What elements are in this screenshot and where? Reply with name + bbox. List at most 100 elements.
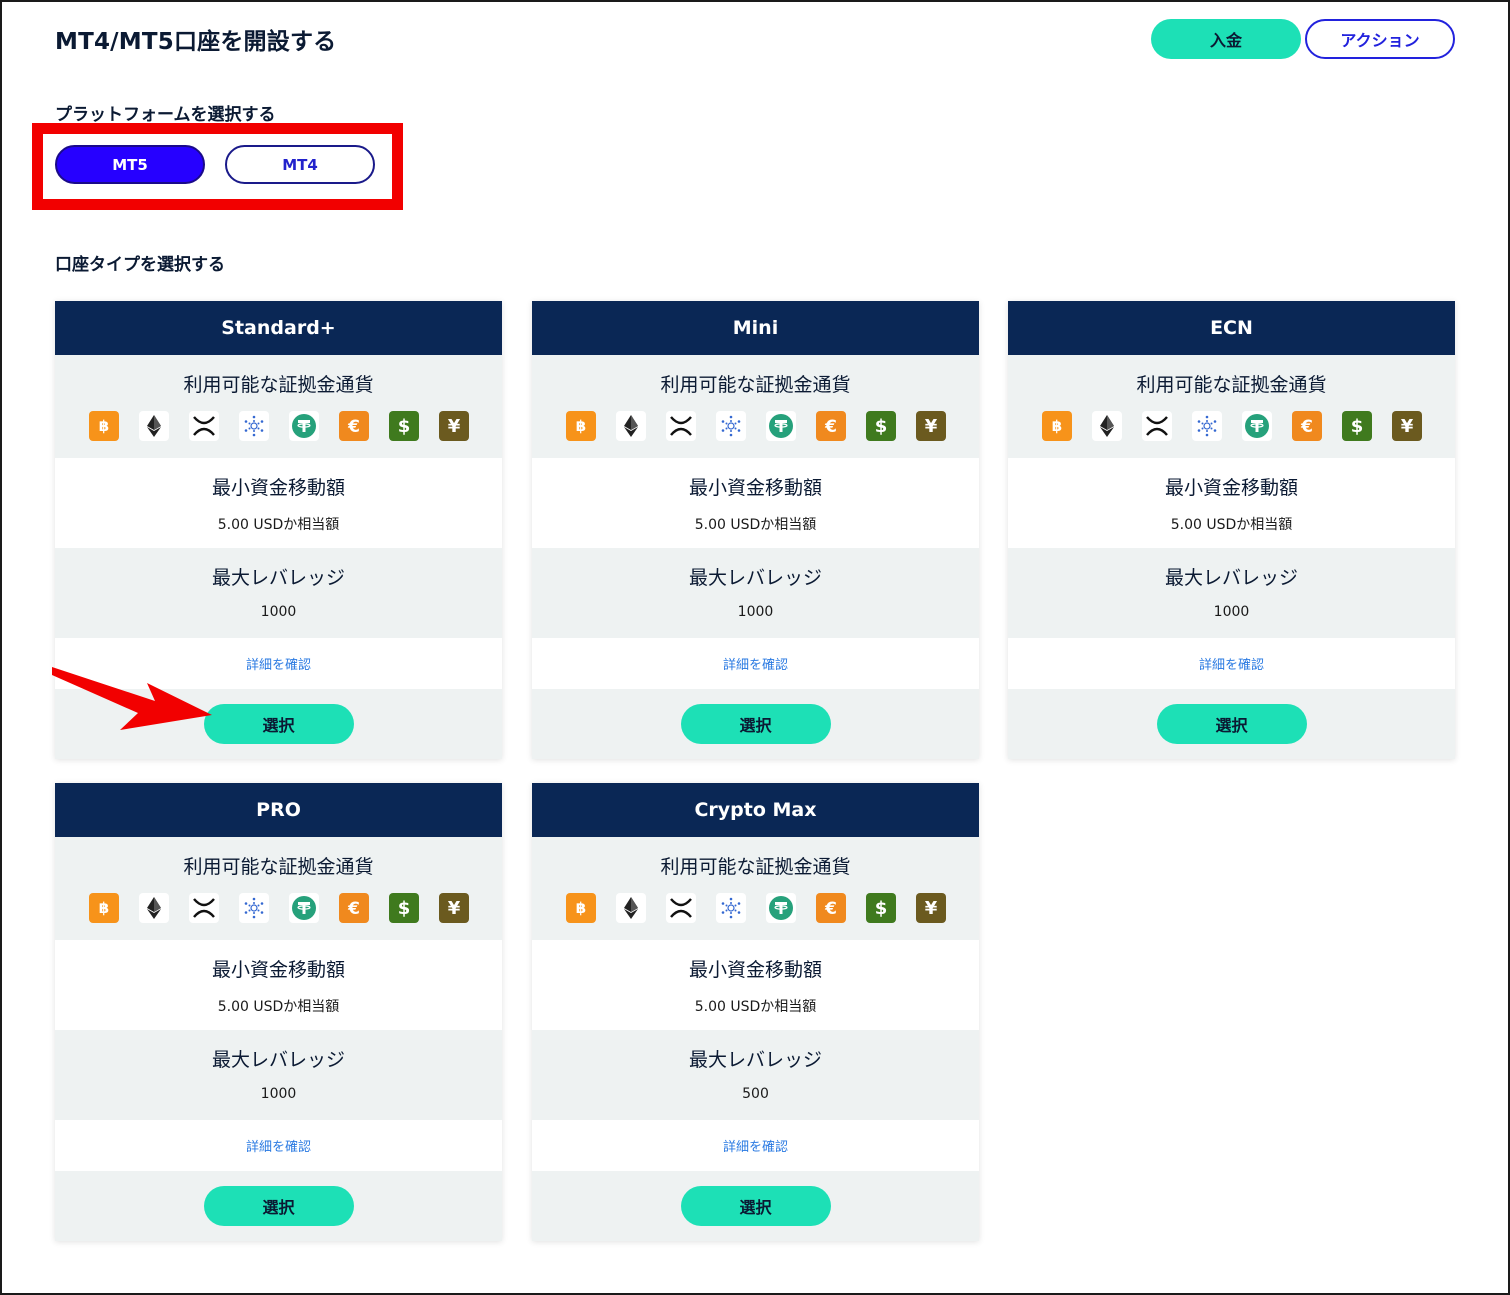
yen-icon: ¥ — [438, 893, 469, 923]
min-transfer-value: 5.00 USDか相当額 — [694, 999, 817, 1015]
tether-icon — [765, 411, 796, 441]
account-card-pro: PRO 利用可能な証拠金通貨 ฿ € $ ¥ 最小資金移動額 5.00 USDか… — [55, 783, 502, 1241]
min-transfer-title: 最小資金移動額 — [688, 477, 822, 499]
platform-mt5-button[interactable]: MT5 — [55, 145, 205, 184]
leverage-value: 1000 — [260, 1086, 297, 1102]
euro-icon: € — [1291, 411, 1322, 441]
account-card-ecn: ECN 利用可能な証拠金通貨 ฿ € $ ¥ 最小資金移動額 5.00 USDか… — [1008, 301, 1455, 759]
svg-text:$: $ — [874, 898, 887, 918]
currency-title: 利用可能な証拠金通貨 — [1136, 374, 1327, 396]
account-card-crypto-max: Crypto Max 利用可能な証拠金通貨 ฿ € $ ¥ 最小資金移動額 5.… — [532, 783, 979, 1241]
leverage-value: 1000 — [260, 604, 297, 620]
currency-title: 利用可能な証拠金通貨 — [183, 856, 374, 878]
svg-text:$: $ — [397, 898, 410, 918]
currency-section: 利用可能な証拠金通貨 ฿ € $ ¥ — [532, 837, 979, 940]
card-title: Standard+ — [55, 301, 502, 355]
select-button[interactable]: 選択 — [203, 1186, 354, 1226]
euro-icon: € — [338, 893, 369, 923]
card-title: ECN — [1008, 301, 1455, 355]
euro-icon: € — [338, 411, 369, 441]
currency-icons: ฿ € $ ¥ — [532, 893, 979, 923]
card-name: Standard+ — [221, 317, 336, 339]
currency-icons: ฿ € $ ¥ — [1008, 411, 1455, 441]
ethereum-icon — [138, 411, 169, 441]
deposit-button[interactable]: 入金 — [1151, 19, 1301, 59]
bitcoin-icon: ฿ — [1041, 411, 1072, 441]
bitcoin-icon: ฿ — [88, 411, 119, 441]
details-link[interactable]: 詳細を確認 — [723, 654, 788, 673]
details-section: 詳細を確認 — [1008, 638, 1455, 689]
tether-icon — [288, 893, 319, 923]
tether-icon — [288, 411, 319, 441]
details-link[interactable]: 詳細を確認 — [246, 1136, 311, 1155]
svg-text:¥: ¥ — [924, 898, 937, 918]
min-transfer-section: 最小資金移動額 5.00 USDか相当額 — [532, 458, 979, 548]
ethereum-icon — [615, 893, 646, 923]
platform-mt4-button[interactable]: MT4 — [225, 145, 375, 184]
card-title: Crypto Max — [532, 783, 979, 837]
select-button[interactable]: 選択 — [1156, 704, 1307, 744]
leverage-title: 最大レバレッジ — [211, 1049, 345, 1071]
svg-text:€: € — [347, 417, 360, 436]
currency-icons: ฿ € $ ¥ — [55, 893, 502, 923]
leverage-section: 最大レバレッジ 1000 — [532, 548, 979, 638]
details-section: 詳細を確認 — [532, 638, 979, 689]
bitcoin-icon: ฿ — [565, 893, 596, 923]
min-transfer-value: 5.00 USDか相当額 — [217, 999, 340, 1015]
min-transfer-value: 5.00 USDか相当額 — [694, 517, 817, 533]
details-link[interactable]: 詳細を確認 — [723, 1136, 788, 1155]
currency-icons: ฿ € $ ¥ — [532, 411, 979, 441]
leverage-title: 最大レバレッジ — [1164, 567, 1298, 589]
svg-text:¥: ¥ — [447, 898, 460, 918]
min-transfer-title: 最小資金移動額 — [1164, 477, 1298, 499]
leverage-section: 最大レバレッジ 1000 — [55, 1030, 502, 1120]
details-link[interactable]: 詳細を確認 — [1199, 654, 1264, 673]
select-section: 選択 — [532, 689, 979, 759]
xrp-icon — [1141, 411, 1172, 441]
select-section: 選択 — [55, 1171, 502, 1241]
min-transfer-value: 5.00 USDか相当額 — [217, 517, 340, 533]
page-title: MT4/MT5口座を開設する — [55, 29, 337, 55]
currency-title: 利用可能な証拠金通貨 — [183, 374, 374, 396]
cardano-icon — [238, 411, 269, 441]
dollar-icon: $ — [1341, 411, 1372, 441]
ethereum-icon — [1091, 411, 1122, 441]
select-section: 選択 — [532, 1171, 979, 1241]
card-title: Mini — [532, 301, 979, 355]
yen-icon: ¥ — [915, 411, 946, 441]
currency-icons: ฿ € $ ¥ — [55, 411, 502, 441]
euro-icon: € — [815, 411, 846, 441]
select-section: 選択 — [1008, 689, 1455, 759]
dollar-icon: $ — [865, 893, 896, 923]
currency-section: 利用可能な証拠金通貨 ฿ € $ ¥ — [55, 355, 502, 458]
details-section: 詳細を確認 — [55, 1120, 502, 1171]
svg-text:$: $ — [1350, 416, 1363, 436]
select-button[interactable]: 選択 — [680, 1186, 831, 1226]
select-button[interactable]: 選択 — [680, 704, 831, 744]
leverage-title: 最大レバレッジ — [211, 567, 345, 589]
min-transfer-value: 5.00 USDか相当額 — [1170, 517, 1293, 533]
account-card-mini: Mini 利用可能な証拠金通貨 ฿ € $ ¥ 最小資金移動額 5.00 USD… — [532, 301, 979, 759]
select-button[interactable]: 選択 — [203, 704, 354, 744]
currency-section: 利用可能な証拠金通貨 ฿ € $ ¥ — [1008, 355, 1455, 458]
bitcoin-icon: ฿ — [565, 411, 596, 441]
currency-title: 利用可能な証拠金通貨 — [660, 856, 851, 878]
yen-icon: ¥ — [438, 411, 469, 441]
svg-text:$: $ — [397, 416, 410, 436]
cardano-icon — [238, 893, 269, 923]
svg-text:฿: ฿ — [575, 899, 585, 917]
svg-text:€: € — [1300, 417, 1313, 436]
details-section: 詳細を確認 — [532, 1120, 979, 1171]
ethereum-icon — [615, 411, 646, 441]
action-button[interactable]: アクション — [1305, 19, 1455, 59]
tether-icon — [1241, 411, 1272, 441]
dollar-icon: $ — [865, 411, 896, 441]
leverage-section: 最大レバレッジ 1000 — [55, 548, 502, 638]
details-link[interactable]: 詳細を確認 — [246, 654, 311, 673]
min-transfer-title: 最小資金移動額 — [211, 959, 345, 981]
svg-text:€: € — [824, 417, 837, 436]
card-title: PRO — [55, 783, 502, 837]
tether-icon — [765, 893, 796, 923]
card-name: PRO — [256, 799, 301, 821]
bitcoin-icon: ฿ — [88, 893, 119, 923]
